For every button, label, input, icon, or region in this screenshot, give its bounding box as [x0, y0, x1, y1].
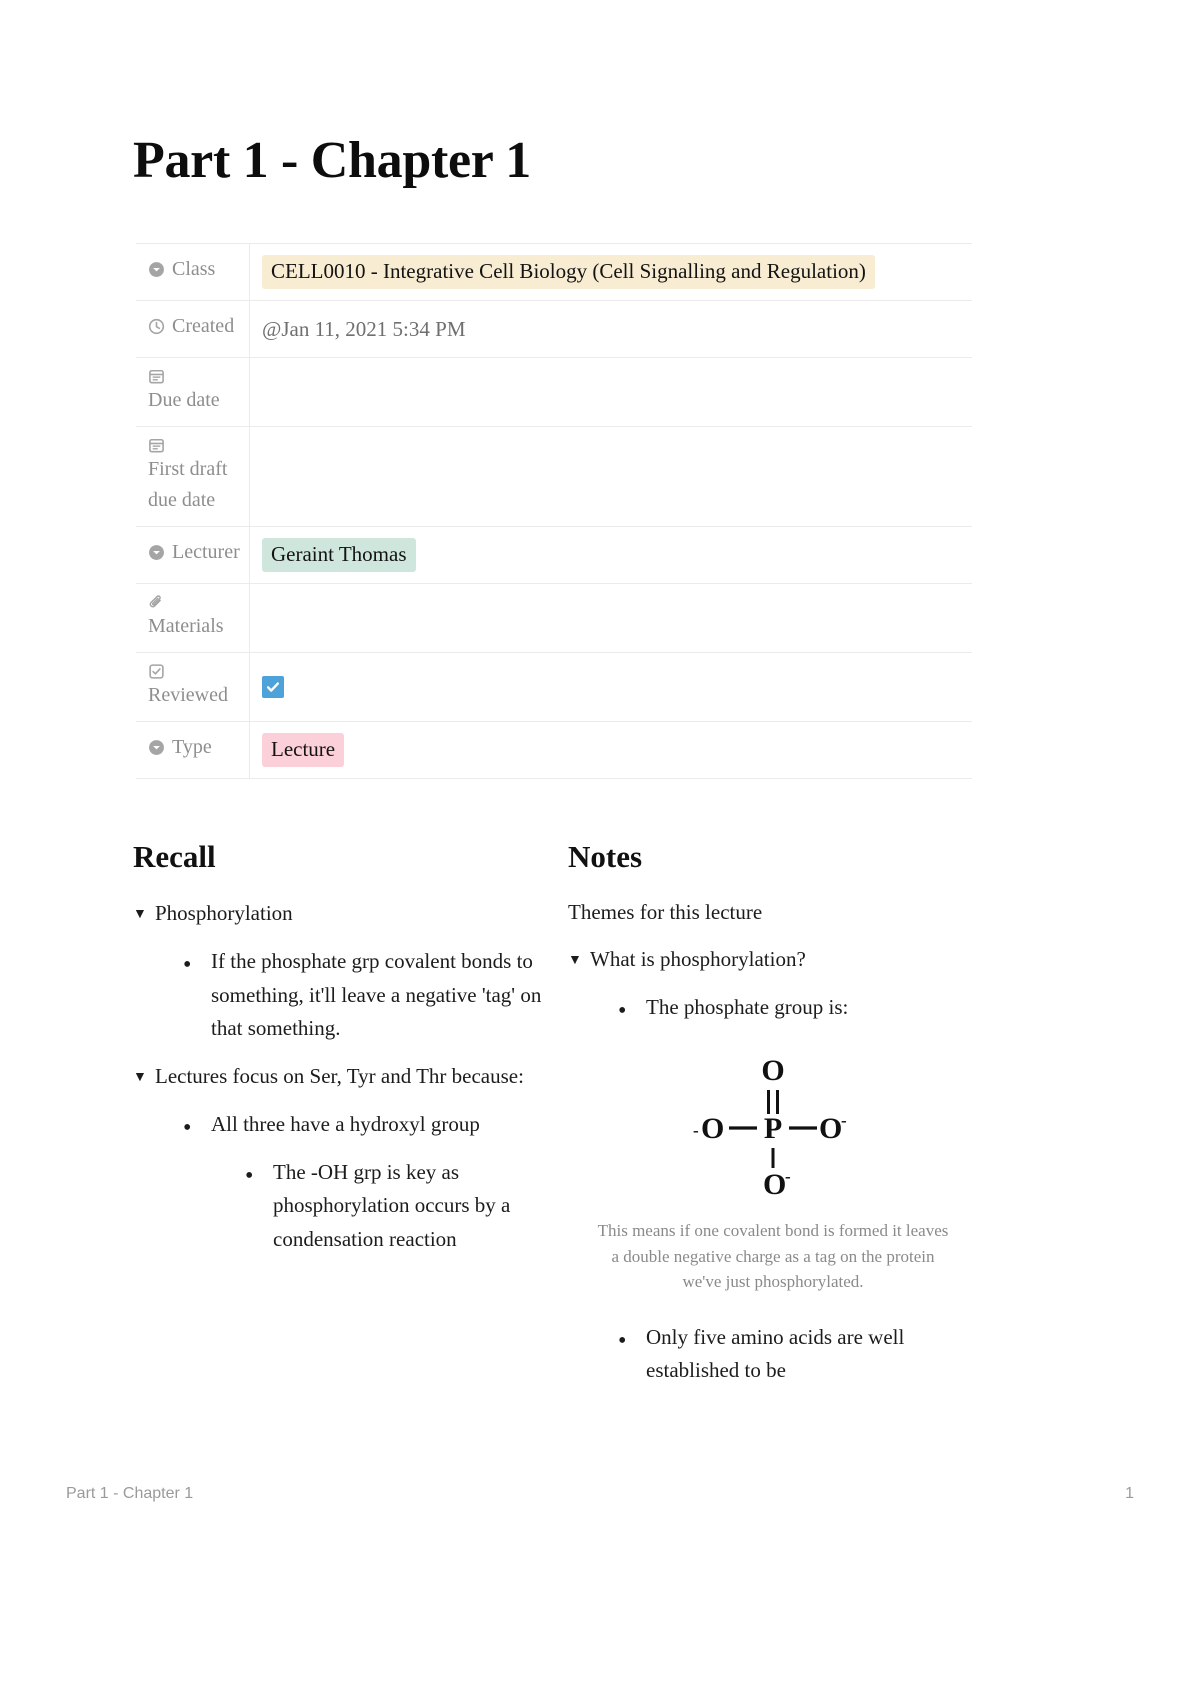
outline-item-text: If the phosphate grp covalent bonds to s…: [211, 949, 542, 1040]
paperclip-icon: [148, 594, 165, 611]
property-label: Created: [172, 315, 235, 337]
property-label: Class: [172, 258, 216, 280]
column-gap: [543, 838, 568, 1402]
property-value-cell[interactable]: CELL0010 - Integrative Cell Biology (Cel…: [250, 244, 972, 300]
recall-heading: Recall: [133, 839, 216, 874]
reviewed-checkbox[interactable]: [262, 676, 284, 698]
property-label: Type: [172, 736, 212, 758]
figure-caption: This means if one covalent bond is forme…: [597, 1221, 949, 1292]
svg-text:-: -: [693, 1121, 699, 1140]
property-value-cell[interactable]: Lecture: [250, 722, 972, 778]
body-columns: Recall ▼ Phosphorylation • If the phosph…: [133, 838, 978, 1402]
select-chevron-circle-icon: [148, 739, 165, 756]
calendar-note-icon: [148, 437, 165, 454]
phosphate-structure-svg: O - O P O - O -: [693, 1054, 847, 1201]
bullet-icon: •: [245, 1163, 254, 1190]
property-label-cell[interactable]: Class: [136, 244, 250, 300]
outline-item[interactable]: • If the phosphate grp covalent bonds to…: [133, 945, 543, 1045]
recall-column: Recall ▼ Phosphorylation • If the phosph…: [133, 838, 543, 1402]
svg-text:O: O: [761, 1054, 784, 1087]
phosphate-group-structure: O - O P O - O -: [568, 1052, 978, 1202]
outline-item-text: Only five amino acids are well establish…: [646, 1324, 905, 1382]
property-table: Class CELL0010 - Integrative Cell Biolog…: [136, 243, 972, 779]
outline-item[interactable]: • All three have a hydroxyl group: [133, 1108, 543, 1141]
property-label-cell[interactable]: Created: [136, 301, 250, 357]
document-page: Part 1 - Chapter 1 Class CELL0010 - Inte…: [0, 0, 1200, 1698]
property-row-class[interactable]: Class CELL0010 - Integrative Cell Biolog…: [136, 244, 972, 301]
property-label-cell[interactable]: Materials: [136, 584, 250, 652]
property-value-cell[interactable]: [250, 653, 972, 721]
property-label: Lecturer: [172, 541, 240, 563]
checkbox-icon: [148, 663, 165, 680]
lecturer-tag[interactable]: Geraint Thomas: [262, 537, 416, 573]
calendar-note-icon: [148, 368, 165, 385]
property-label: Materials: [148, 615, 224, 637]
property-label-cell[interactable]: Lecturer: [136, 527, 250, 583]
outline-item[interactable]: ▼ Phosphorylation: [133, 897, 543, 930]
bullet-icon: •: [183, 1115, 192, 1142]
outline-item[interactable]: ▼ Lectures focus on Ser, Tyr and Thr bec…: [133, 1060, 543, 1093]
outline-item[interactable]: • Only five amino acids are well establi…: [568, 1321, 978, 1387]
outline-item[interactable]: ▼ What is phosphorylation?: [568, 943, 978, 976]
notes-lead-text: Themes for this lecture: [568, 900, 763, 925]
property-row-reviewed[interactable]: Reviewed: [136, 653, 972, 722]
outline-item-text: Lectures focus on Ser, Tyr and Thr becau…: [155, 1063, 524, 1088]
toggle-triangle-icon[interactable]: ▼: [568, 953, 582, 968]
notes-heading: Notes: [568, 839, 643, 874]
svg-text:O: O: [763, 1168, 786, 1197]
property-label: First draft due date: [148, 458, 228, 511]
outline-item-text: All three have a hydroxyl group: [211, 1112, 480, 1137]
outline-item-text: Phosphorylation: [155, 901, 293, 926]
svg-text:O: O: [701, 1112, 724, 1145]
outline-item[interactable]: • The -OH grp is key as phosphorylation …: [133, 1156, 543, 1256]
property-row-type[interactable]: Type Lecture: [136, 722, 972, 779]
created-value[interactable]: @Jan 11, 2021 5:34 PM: [262, 317, 466, 342]
property-row-materials[interactable]: Materials: [136, 584, 972, 653]
type-tag[interactable]: Lecture: [262, 732, 345, 768]
svg-text:-: -: [785, 1167, 791, 1186]
outline-item-text: What is phosphorylation?: [590, 946, 806, 971]
property-row-first-draft-due-date[interactable]: First draft due date: [136, 427, 972, 527]
footer-page-number: 1: [1125, 1485, 1134, 1502]
property-value-cell[interactable]: [250, 584, 972, 652]
property-row-lecturer[interactable]: Lecturer Geraint Thomas: [136, 527, 972, 584]
outline-item-text: The phosphate group is:: [646, 994, 849, 1019]
property-value-cell[interactable]: @Jan 11, 2021 5:34 PM: [250, 301, 972, 357]
bullet-icon: •: [183, 952, 192, 979]
property-row-due-date[interactable]: Due date: [136, 358, 972, 427]
outline-item-text: The -OH grp is key as phosphorylation oc…: [273, 1160, 511, 1251]
page-title: Part 1 - Chapter 1: [133, 132, 532, 189]
property-label-cell[interactable]: Due date: [136, 358, 250, 426]
svg-text:O: O: [819, 1112, 842, 1145]
select-chevron-circle-icon: [148, 544, 165, 561]
property-value-cell[interactable]: Geraint Thomas: [250, 527, 972, 583]
svg-text:P: P: [764, 1112, 782, 1145]
toggle-triangle-icon[interactable]: ▼: [133, 908, 147, 922]
recall-outline: ▼ Phosphorylation • If the phosphate grp…: [133, 897, 543, 1256]
property-label-cell[interactable]: Type: [136, 722, 250, 778]
property-label: Reviewed: [148, 684, 228, 706]
footer-left-text: Part 1 - Chapter 1: [66, 1485, 194, 1502]
property-value-cell[interactable]: [250, 358, 972, 426]
bullet-icon: •: [618, 997, 627, 1024]
property-value-cell[interactable]: [250, 427, 972, 526]
svg-text:-: -: [841, 1111, 847, 1130]
outline-item[interactable]: • The phosphate group is:: [568, 991, 978, 1024]
page-footer: Part 1 - Chapter 1 1: [66, 1485, 1134, 1503]
toggle-triangle-icon[interactable]: ▼: [133, 1070, 147, 1085]
class-tag[interactable]: CELL0010 - Integrative Cell Biology (Cel…: [262, 254, 875, 290]
notes-outline: ▼ What is phosphorylation? • The phospha…: [568, 943, 978, 1387]
clock-icon: [148, 318, 165, 335]
bullet-icon: •: [618, 1327, 627, 1354]
select-chevron-circle-icon: [148, 261, 165, 278]
property-label-cell[interactable]: First draft due date: [136, 427, 250, 526]
notes-column: Notes Themes for this lecture ▼ What is …: [568, 838, 978, 1402]
property-label: Due date: [148, 389, 220, 411]
property-row-created[interactable]: Created @Jan 11, 2021 5:34 PM: [136, 301, 972, 358]
property-label-cell[interactable]: Reviewed: [136, 653, 250, 721]
